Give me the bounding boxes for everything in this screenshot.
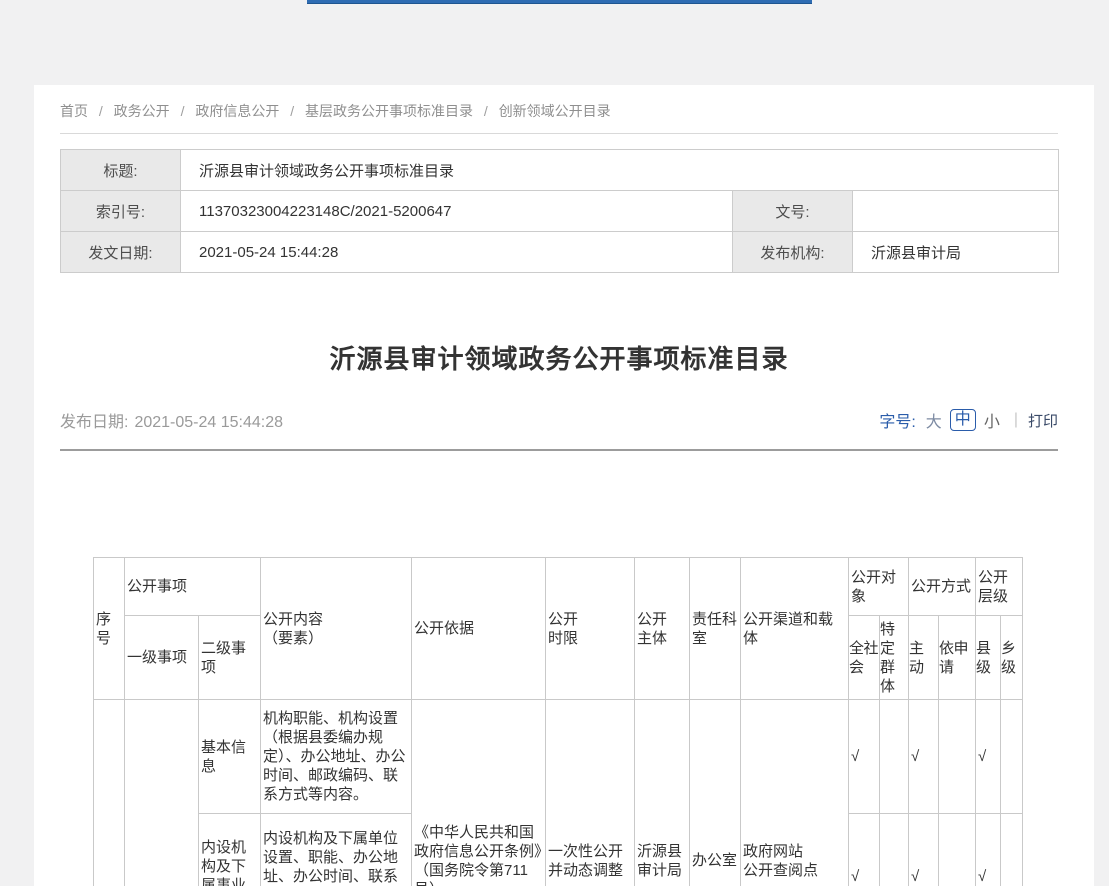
meta-row-index: 索引号: 11370323004223148C/2021-5200647 文号: bbox=[61, 191, 1059, 232]
cell-audience-specific bbox=[880, 700, 909, 814]
cell-method-request bbox=[939, 814, 976, 886]
cell-basis: 《中华人民共和国政府信息公开条例》（国务院令第711号） bbox=[412, 700, 546, 886]
publish-date-value: 2021-05-24 15:44:28 bbox=[134, 414, 283, 431]
breadcrumb-chuangxin-catalog[interactable]: 创新领域公开目录 bbox=[499, 103, 611, 119]
col-header-method: 公开方式 bbox=[909, 558, 976, 616]
meta-date-value: 2021-05-24 15:44:28 bbox=[181, 232, 733, 273]
col-header-level2: 二级事项 bbox=[199, 616, 261, 700]
table-row: 基本信息 机构职能、机构设置（根据县委编办规定）、办公地址、办公时间、邮政编码、… bbox=[94, 700, 1023, 814]
col-header-basis: 公开依据 bbox=[412, 558, 546, 700]
meta-index-value: 11370323004223148C/2021-5200647 bbox=[181, 191, 733, 232]
col-header-method-request: 依申 请 bbox=[939, 616, 976, 700]
breadcrumb-separator: / bbox=[290, 103, 294, 119]
content-card: 首页 / 政务公开 / 政府信息公开 / 基层政务公开事项标准目录 / 创新领域… bbox=[34, 85, 1094, 886]
breadcrumb-separator: / bbox=[181, 103, 185, 119]
catalog-header-row-1: 序号 公开事项 公开内容 （要素） 公开依据 公开 时限 公开 主体 责任科室 … bbox=[94, 558, 1023, 616]
cell-audience-specific bbox=[880, 814, 909, 886]
breadcrumb: 首页 / 政务公开 / 政府信息公开 / 基层政务公开事项标准目录 / 创新领域… bbox=[60, 101, 1058, 121]
breadcrumb-home[interactable]: 首页 bbox=[60, 103, 88, 119]
breadcrumb-zhengfu-xinxi-gongkai[interactable]: 政府信息公开 bbox=[195, 103, 279, 119]
font-size-medium-button[interactable]: 中 bbox=[950, 409, 976, 431]
font-size-large-button[interactable]: 大 bbox=[926, 408, 942, 432]
cell-checkmark-audience-all: √ bbox=[849, 814, 880, 886]
col-header-level-county: 县 级 bbox=[976, 616, 1001, 700]
col-header-time-limit: 公开 时限 bbox=[546, 558, 635, 700]
catalog-table-wrap: 序号 公开事项 公开内容 （要素） 公开依据 公开 时限 公开 主体 责任科室 … bbox=[93, 557, 1058, 886]
cell-time-limit: 一次性公开并动态调整 bbox=[546, 700, 635, 886]
breadcrumb-separator: / bbox=[484, 103, 488, 119]
col-header-audience-all: 全社 会 bbox=[849, 616, 880, 700]
article-divider bbox=[60, 449, 1058, 451]
font-size-label: 字号: bbox=[879, 408, 915, 432]
col-header-public-matters: 公开事项 bbox=[125, 558, 261, 616]
cell-method-request bbox=[939, 700, 976, 814]
cell-checkmark-method-active: √ bbox=[909, 700, 939, 814]
print-button[interactable]: 打印 bbox=[1028, 410, 1058, 431]
cell-checkmark-audience-all: √ bbox=[849, 700, 880, 814]
controls-separator: | bbox=[1014, 411, 1018, 429]
col-header-level-town: 乡 级 bbox=[1001, 616, 1023, 700]
publish-date: 发布日期: 2021-05-24 15:44:28 bbox=[60, 408, 283, 432]
col-header-subject: 公开 主体 bbox=[635, 558, 690, 700]
col-header-method-active: 主 动 bbox=[909, 616, 939, 700]
catalog-table: 序号 公开事项 公开内容 （要素） 公开依据 公开 时限 公开 主体 责任科室 … bbox=[93, 557, 1023, 886]
cell-level2: 内设机构及下属事业单位 bbox=[199, 814, 261, 886]
meta-row-date: 发文日期: 2021-05-24 15:44:28 发布机构: 沂源县审计局 bbox=[61, 232, 1059, 273]
meta-docnum-value bbox=[853, 191, 1059, 232]
meta-agency-value: 沂源县审计局 bbox=[853, 232, 1059, 273]
col-header-channels: 公开渠道和载体 bbox=[741, 558, 849, 700]
publish-date-label: 发布日期: bbox=[60, 414, 128, 431]
cell-serial bbox=[94, 700, 125, 886]
cell-content: 机构职能、机构设置（根据县委编办规定）、办公地址、办公时间、邮政编码、联系方式等… bbox=[261, 700, 412, 814]
cell-dept: 办公室 bbox=[690, 700, 741, 886]
col-header-dept: 责任科室 bbox=[690, 558, 741, 700]
cell-level-town bbox=[1001, 814, 1023, 886]
cell-subject: 沂源县审计局 bbox=[635, 700, 690, 886]
meta-title-value: 沂源县审计领域政务公开事项标准目录 bbox=[181, 150, 1059, 191]
col-header-audience: 公开对象 bbox=[849, 558, 909, 616]
breadcrumb-separator: / bbox=[99, 103, 103, 119]
article-meta-bar: 发布日期: 2021-05-24 15:44:28 字号: 大 中 小 | 打印 bbox=[60, 408, 1058, 432]
top-nav-bar-remnant bbox=[307, 0, 812, 4]
cell-level1 bbox=[125, 700, 199, 886]
cell-checkmark-level-county: √ bbox=[976, 814, 1001, 886]
meta-row-title: 标题: 沂源县审计领域政务公开事项标准目录 bbox=[61, 150, 1059, 191]
cell-channels: 政府网站 公开查阅点 bbox=[741, 700, 849, 886]
page-title: 沂源县审计领域政务公开事项标准目录 bbox=[60, 339, 1058, 376]
document-meta-table: 标题: 沂源县审计领域政务公开事项标准目录 索引号: 1137032300422… bbox=[60, 149, 1059, 273]
col-header-audience-specific: 特 定 群 体 bbox=[880, 616, 909, 700]
meta-docnum-label: 文号: bbox=[733, 191, 853, 232]
meta-agency-label: 发布机构: bbox=[733, 232, 853, 273]
col-header-level: 公开 层级 bbox=[976, 558, 1023, 616]
col-header-content: 公开内容 （要素） bbox=[261, 558, 412, 700]
col-header-level1: 一级事项 bbox=[125, 616, 199, 700]
cell-level2: 基本信息 bbox=[199, 700, 261, 814]
font-size-controls: 字号: 大 中 小 | 打印 bbox=[879, 408, 1058, 432]
meta-date-label: 发文日期: bbox=[61, 232, 181, 273]
breadcrumb-zhengwu-gongkai[interactable]: 政务公开 bbox=[114, 103, 170, 119]
cell-level-town bbox=[1001, 700, 1023, 814]
font-size-small-button[interactable]: 小 bbox=[984, 408, 1000, 432]
breadcrumb-divider bbox=[60, 133, 1058, 134]
cell-content: 内设机构及下属单位设置、职能、办公地址、办公时间、联系方式、负责人姓名等信息。 bbox=[261, 814, 412, 886]
col-header-serial: 序号 bbox=[94, 558, 125, 700]
cell-checkmark-method-active: √ bbox=[909, 814, 939, 886]
breadcrumb-jiceng-catalog[interactable]: 基层政务公开事项标准目录 bbox=[305, 103, 473, 119]
meta-title-label: 标题: bbox=[61, 150, 181, 191]
meta-index-label: 索引号: bbox=[61, 191, 181, 232]
page: 首页 / 政务公开 / 政府信息公开 / 基层政务公开事项标准目录 / 创新领域… bbox=[0, 0, 1109, 886]
cell-checkmark-level-county: √ bbox=[976, 700, 1001, 814]
